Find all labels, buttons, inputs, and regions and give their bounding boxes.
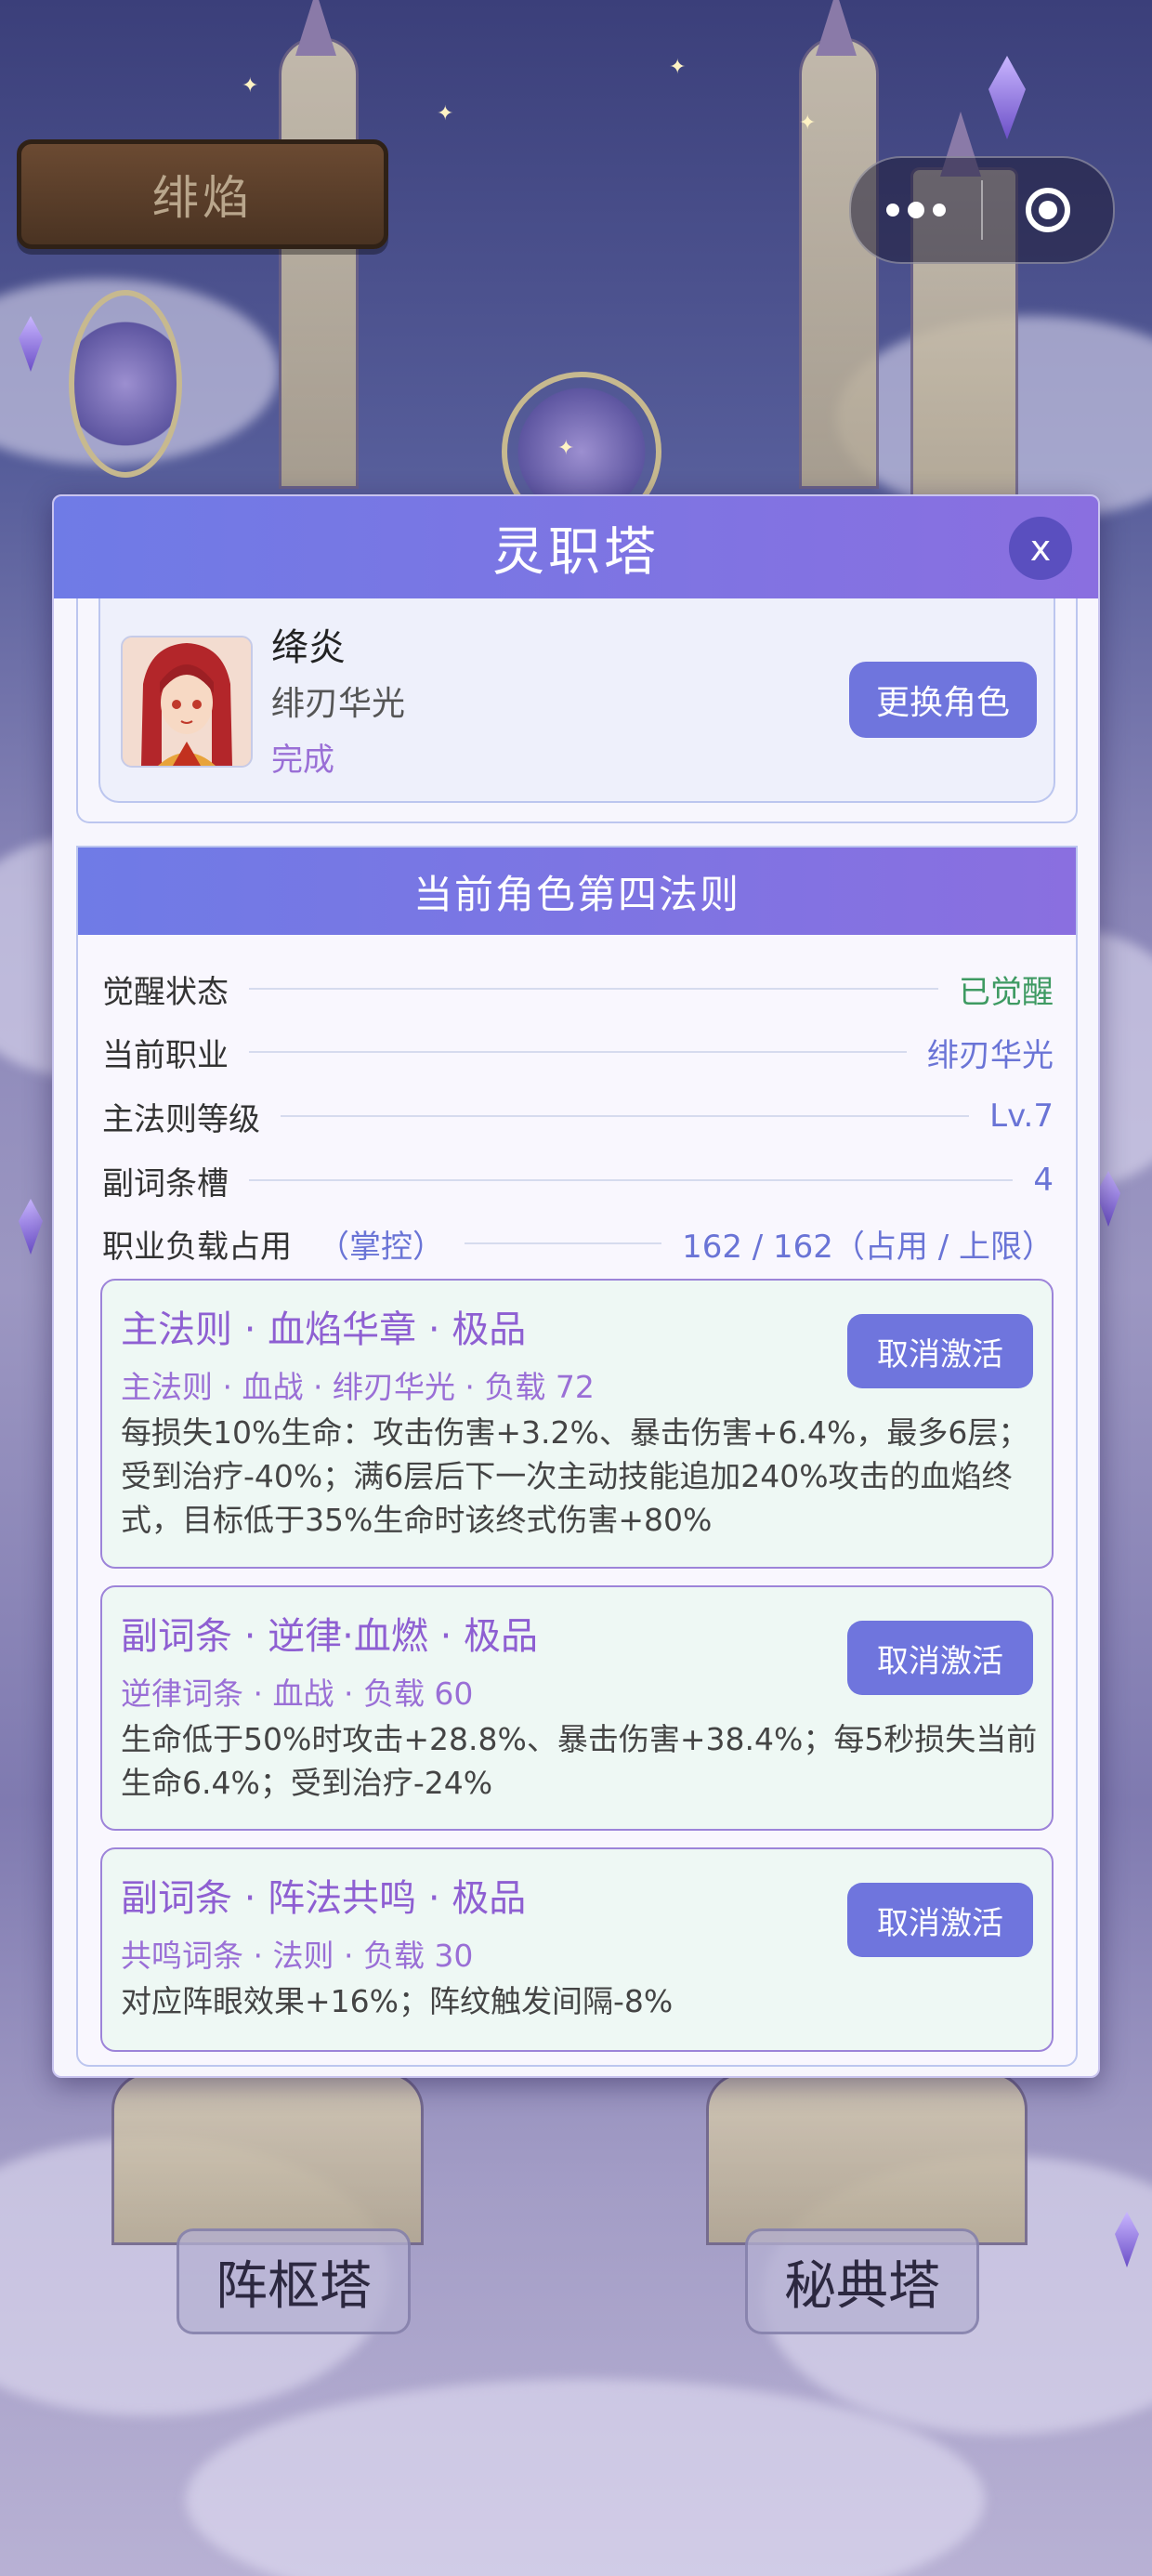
fourth-law-panel: 当前角色第四法则 觉醒状态 已觉醒 当前职业 绯刃华光 主法则等级 Lv.7 副… <box>76 846 1078 2067</box>
close-miniprogram-icon[interactable] <box>983 188 1113 232</box>
stat-value: 已觉醒 <box>959 973 1054 1011</box>
entry-title: 副词条 · 逆律·血燃 · 极品 <box>121 1615 539 1658</box>
main-law-card: 主法则 · 血焰华章 · 极品 主法则 · 血战 · 绯刃华光 · 负载 72 … <box>100 1279 1054 1569</box>
entry-subtitle: 逆律词条 · 血战 · 负载 60 <box>121 1676 474 1712</box>
entry-description: 生命低于50%时攻击+28.8%、暴击伤害+38.4%；每5秒损失当前生命6.4… <box>121 1721 1038 1801</box>
dotted-leader <box>281 1115 970 1117</box>
entry-title: 主法则 · 血焰华章 · 极品 <box>121 1308 527 1351</box>
law-panel-header: 当前角色第四法则 <box>78 848 1076 935</box>
stat-label: 主法则等级 <box>102 1100 260 1138</box>
dotted-leader <box>249 1179 1014 1181</box>
stat-row-awakening: 觉醒状态 已觉醒 <box>102 965 1054 1013</box>
mini-program-capsule <box>849 156 1115 264</box>
entry-subtitle: 共鸣词条 · 法则 · 负载 30 <box>121 1938 474 1974</box>
entry-subtitle: 主法则 · 血战 · 绯刃华光 · 负载 72 <box>121 1369 595 1405</box>
modal-header: 灵职塔 x <box>54 496 1098 598</box>
deactivate-button[interactable]: 取消激活 <box>847 1883 1033 1957</box>
load-value: 162 / 162（占用 / 上限） <box>682 1228 1054 1266</box>
stat-row-sub-slots: 副词条槽 4 <box>102 1156 1054 1204</box>
left-tower-label: 阵枢塔 <box>216 2255 372 2317</box>
right-tower-button[interactable]: 秘典塔 <box>745 2228 979 2334</box>
stat-label: 副词条槽 <box>102 1164 229 1203</box>
right-tower-label: 秘典塔 <box>784 2255 940 2317</box>
stat-row-load: 职业负载占用 （掌控） 162 / 162（占用 / 上限） <box>102 1219 1054 1268</box>
stat-label: 当前职业 <box>102 1036 229 1074</box>
more-options-icon[interactable] <box>851 202 981 218</box>
entry-title: 副词条 · 阵法共鸣 · 极品 <box>121 1877 527 1920</box>
load-label: 职业负载占用 <box>102 1228 292 1266</box>
avatar-portrait-icon <box>123 637 251 766</box>
entry-description: 每损失10%生命：攻击伤害+3.2%、暴击伤害+6.4%，最多6层；受到治疗-4… <box>121 1414 1029 1538</box>
deactivate-button[interactable]: 取消激活 <box>847 1314 1033 1388</box>
game-title-plank: 绯焰 <box>17 139 388 249</box>
sub-entry-card: 副词条 · 逆律·血燃 · 极品 逆律词条 · 血战 · 负载 60 生命低于5… <box>100 1585 1054 1831</box>
stat-row-class: 当前职业 绯刃华光 <box>102 1028 1054 1076</box>
dotted-leader <box>249 988 938 990</box>
stat-value: 绯刃华光 <box>927 1036 1054 1074</box>
stat-row-law-level: 主法则等级 Lv.7 <box>102 1092 1054 1140</box>
deactivate-button[interactable]: 取消激活 <box>847 1621 1033 1695</box>
character-class: 绯刃华光 <box>271 685 406 723</box>
character-name: 绛炎 <box>271 626 346 669</box>
dotted-leader <box>465 1242 662 1244</box>
close-button[interactable]: x <box>1009 517 1072 580</box>
character-card: 绛炎 绯刃华光 完成 更换角色 <box>98 598 1055 803</box>
entry-description: 对应阵眼效果+16%；阵纹触发间隔-8% <box>121 1983 674 2019</box>
game-title: 绯焰 <box>152 171 253 225</box>
left-tower-button[interactable]: 阵枢塔 <box>177 2228 411 2334</box>
stat-label: 觉醒状态 <box>102 973 229 1011</box>
dotted-leader <box>249 1051 907 1053</box>
stat-value: 4 <box>1033 1162 1054 1199</box>
stat-value: Lv.7 <box>989 1097 1054 1135</box>
load-hint: （掌控） <box>318 1228 444 1266</box>
character-status: 完成 <box>271 742 334 779</box>
swap-character-button[interactable]: 更换角色 <box>849 662 1037 738</box>
character-avatar <box>121 636 253 768</box>
law-panel-title: 当前角色第四法则 <box>412 871 740 917</box>
sub-entry-card: 副词条 · 阵法共鸣 · 极品 共鸣词条 · 法则 · 负载 30 对应阵眼效果… <box>100 1847 1054 2052</box>
modal-title: 灵职塔 <box>492 521 660 583</box>
spirit-class-tower-modal: 灵职塔 x 绛炎 绯刃华光 完成 更换角色 当前角色第四法则 觉醒状态 已觉醒 … <box>52 494 1100 2078</box>
